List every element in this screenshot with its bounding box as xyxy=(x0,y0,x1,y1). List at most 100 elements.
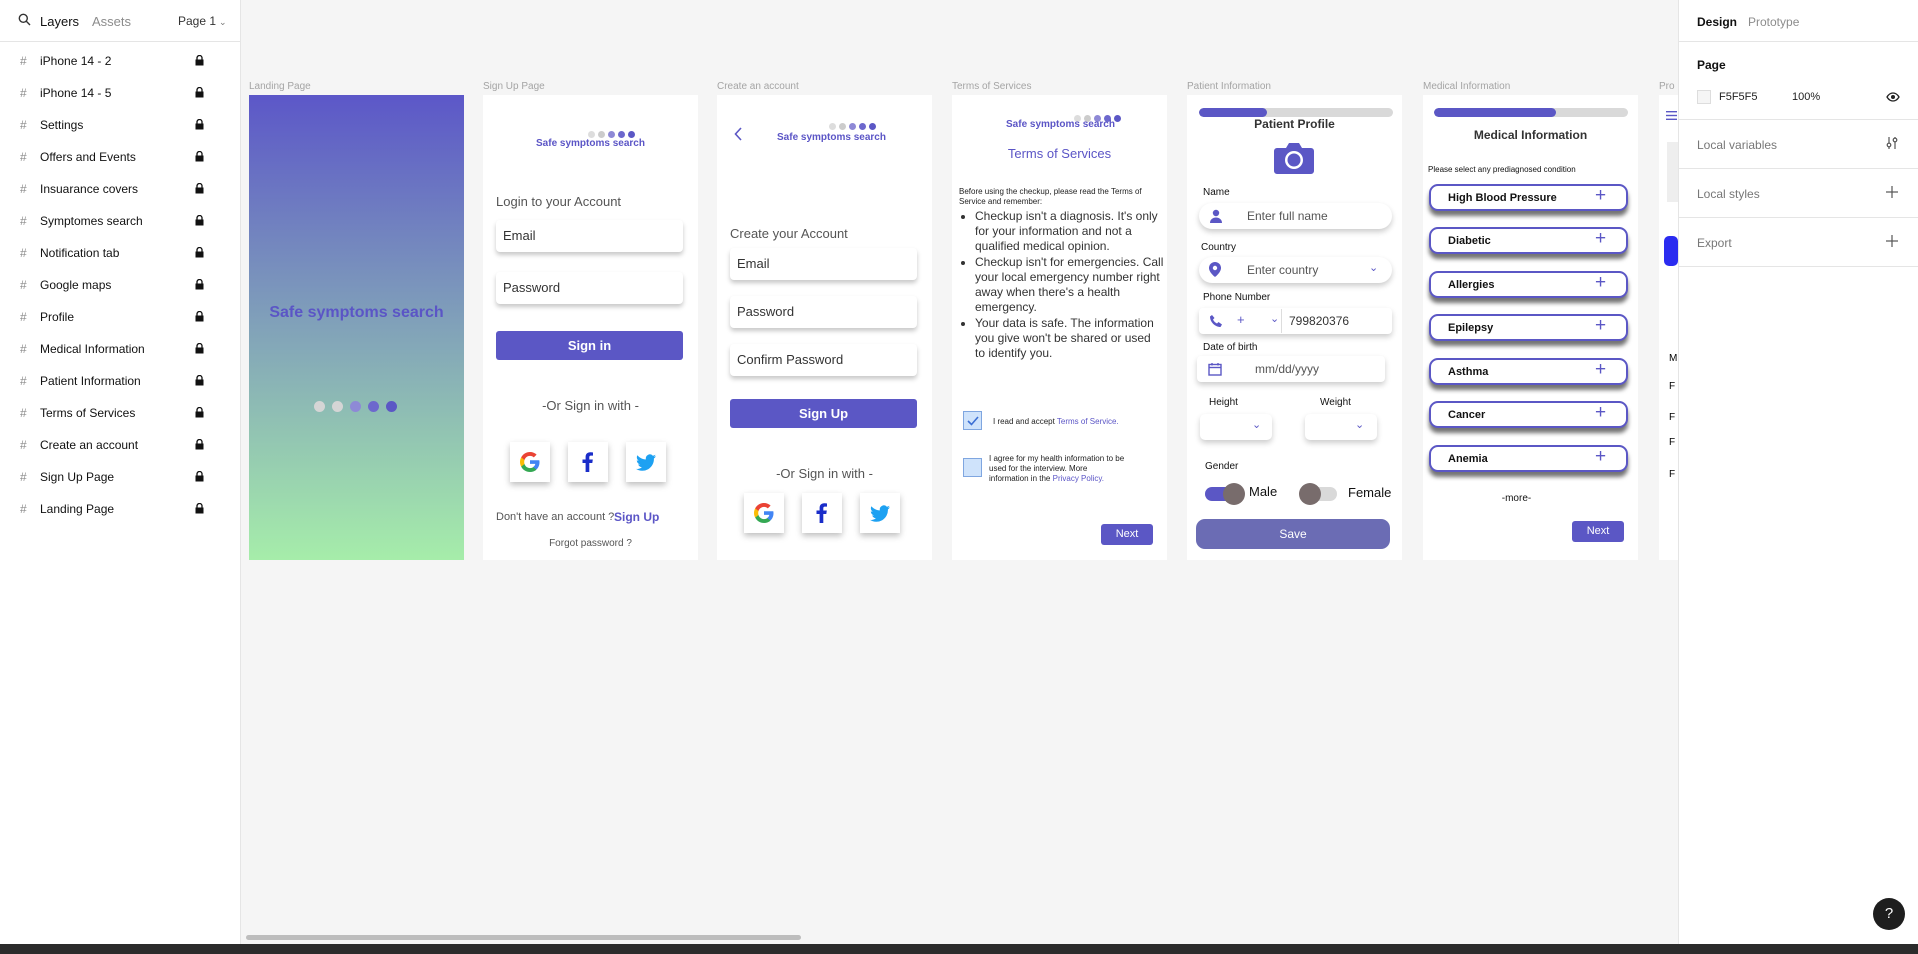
dob-input[interactable]: mm/dd/yyyy xyxy=(1197,356,1385,382)
lock-icon[interactable] xyxy=(195,343,204,354)
facebook-button[interactable] xyxy=(802,493,842,533)
lock-icon[interactable] xyxy=(195,119,204,130)
lock-icon[interactable] xyxy=(195,439,204,450)
password-field[interactable]: Password xyxy=(730,296,917,328)
lock-icon[interactable] xyxy=(195,87,204,98)
save-button[interactable]: Save xyxy=(1196,519,1390,549)
google-button[interactable] xyxy=(744,493,784,533)
frame-patient-information[interactable]: Patient Profile Name Enter full name Cou… xyxy=(1187,95,1402,560)
condition-item[interactable]: High Blood Pressure + xyxy=(1429,184,1628,211)
plus-icon[interactable] xyxy=(1885,234,1899,248)
tab-design[interactable]: Design xyxy=(1697,15,1737,29)
lock-icon[interactable] xyxy=(195,407,204,418)
accept-terms-checkbox[interactable] xyxy=(963,411,982,430)
sign-up-button[interactable]: Sign Up xyxy=(730,399,917,428)
plus-icon[interactable]: + xyxy=(1595,359,1606,381)
frame-label-medical[interactable]: Medical Information xyxy=(1423,81,1510,92)
frame-label-terms[interactable]: Terms of Services xyxy=(952,81,1031,92)
layer-item[interactable]: # Profile xyxy=(0,301,240,333)
layer-item[interactable]: # Notification tab xyxy=(0,237,240,269)
layer-item[interactable]: # Create an account xyxy=(0,429,240,461)
condition-item[interactable]: Cancer + xyxy=(1429,401,1628,428)
page-color-value[interactable]: F5F5F5 xyxy=(1719,91,1758,103)
next-button[interactable]: Next xyxy=(1572,521,1624,542)
sliders-icon[interactable] xyxy=(1885,136,1899,150)
lock-icon[interactable] xyxy=(195,183,204,194)
email-field[interactable]: Email xyxy=(730,248,917,280)
eye-icon[interactable] xyxy=(1886,92,1900,102)
more-link[interactable]: -more- xyxy=(1423,493,1610,504)
frame-create-account[interactable]: Safe symptoms search Create your Account… xyxy=(717,95,932,560)
lock-icon[interactable] xyxy=(195,279,204,290)
name-input[interactable]: Enter full name xyxy=(1199,203,1392,229)
layer-item[interactable]: # Symptomes search xyxy=(0,205,240,237)
page-opacity-value[interactable]: 100% xyxy=(1792,91,1820,103)
frame-sign-up-page[interactable]: Safe symptoms search Login to your Accou… xyxy=(483,95,698,560)
lock-icon[interactable] xyxy=(195,215,204,226)
next-button[interactable]: Next xyxy=(1101,524,1153,545)
phone-prefix[interactable]: + xyxy=(1237,312,1245,327)
lock-icon[interactable] xyxy=(195,55,204,66)
layer-item[interactable]: # iPhone 14 - 2 xyxy=(0,45,240,77)
layer-item[interactable]: # Patient Information xyxy=(0,365,240,397)
lock-icon[interactable] xyxy=(195,247,204,258)
plus-icon[interactable]: + xyxy=(1595,185,1606,207)
local-styles-row[interactable]: Local styles xyxy=(1679,169,1918,218)
layer-item[interactable]: # Medical Information xyxy=(0,333,240,365)
tab-prototype[interactable]: Prototype xyxy=(1748,15,1799,29)
email-field[interactable]: Email xyxy=(496,220,683,252)
frame-label-signup[interactable]: Sign Up Page xyxy=(483,81,545,92)
facebook-button[interactable] xyxy=(568,442,608,482)
local-variables-row[interactable]: Local variables xyxy=(1679,120,1918,169)
layer-item[interactable]: # Settings xyxy=(0,109,240,141)
frame-terms-of-services[interactable]: Safe symptoms search Terms of Services B… xyxy=(952,95,1167,560)
layer-item[interactable]: # Offers and Events xyxy=(0,141,240,173)
plus-icon[interactable] xyxy=(1885,185,1899,199)
plus-icon[interactable]: + xyxy=(1595,402,1606,424)
page-selector[interactable]: Page 1 ⌄ xyxy=(178,14,227,28)
password-field[interactable]: Password xyxy=(496,272,683,304)
privacy-policy-link[interactable]: Privacy Policy. xyxy=(1053,474,1104,483)
frame-label-profile[interactable]: Pro xyxy=(1659,81,1675,92)
weight-select[interactable]: ⌄ xyxy=(1305,414,1377,440)
plus-icon[interactable]: + xyxy=(1595,228,1606,250)
frame-label-patient[interactable]: Patient Information xyxy=(1187,81,1271,92)
layer-item[interactable]: # iPhone 14 - 5 xyxy=(0,77,240,109)
frame-label-create-account[interactable]: Create an account xyxy=(717,81,799,92)
sign-up-link[interactable]: Sign Up xyxy=(614,510,659,524)
plus-icon[interactable]: + xyxy=(1595,446,1606,468)
lock-icon[interactable] xyxy=(195,311,204,322)
layer-item[interactable]: # Google maps xyxy=(0,269,240,301)
condition-item[interactable]: Diabetic + xyxy=(1429,227,1628,254)
twitter-button[interactable] xyxy=(626,442,666,482)
page-color-swatch[interactable] xyxy=(1697,90,1711,104)
tab-layers[interactable]: Layers xyxy=(40,14,79,29)
google-button[interactable] xyxy=(510,442,550,482)
export-row[interactable]: Export xyxy=(1679,218,1918,267)
layer-item[interactable]: # Terms of Services xyxy=(0,397,240,429)
search-icon[interactable] xyxy=(18,13,31,26)
phone-input[interactable]: + ⌄ 799820376 xyxy=(1199,308,1392,334)
design-canvas[interactable]: Landing Page Sign Up Page Create an acco… xyxy=(241,0,1678,944)
menu-icon[interactable] xyxy=(1666,111,1677,120)
layer-item[interactable]: # Landing Page xyxy=(0,493,240,525)
country-select[interactable]: Enter country ⌄ xyxy=(1199,257,1392,283)
camera-icon[interactable] xyxy=(1273,140,1315,176)
lock-icon[interactable] xyxy=(195,375,204,386)
help-button[interactable]: ? xyxy=(1873,898,1905,930)
height-select[interactable]: ⌄ xyxy=(1200,414,1272,440)
agree-health-checkbox[interactable] xyxy=(963,458,982,477)
frame-medical-information[interactable]: Medical Information Please select any pr… xyxy=(1423,95,1638,560)
lock-icon[interactable] xyxy=(195,151,204,162)
lock-icon[interactable] xyxy=(195,503,204,514)
female-toggle[interactable] xyxy=(1299,483,1337,505)
condition-item[interactable]: Epilepsy + xyxy=(1429,314,1628,341)
terms-link[interactable]: Terms of Service. xyxy=(1057,417,1119,426)
plus-icon[interactable]: + xyxy=(1595,315,1606,337)
layer-item[interactable]: # Insuarance covers xyxy=(0,173,240,205)
plus-icon[interactable]: + xyxy=(1595,272,1606,294)
layer-item[interactable]: # Sign Up Page xyxy=(0,461,240,493)
male-toggle[interactable] xyxy=(1205,483,1245,505)
frame-profile-partial[interactable]: M F F F F xyxy=(1659,95,1678,560)
confirm-password-field[interactable]: Confirm Password xyxy=(730,344,917,376)
